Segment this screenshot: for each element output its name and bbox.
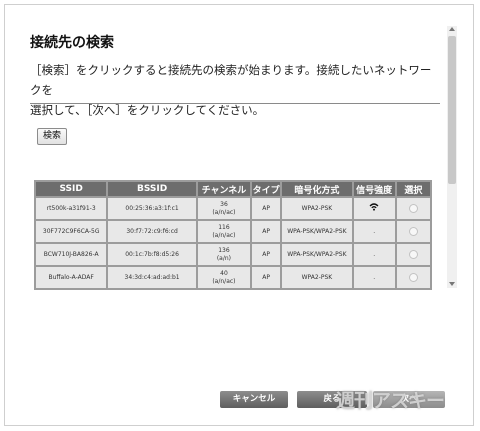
ssid-cell: 30F772C9F6CA-5G [36,221,107,242]
select-radio[interactable] [408,250,418,259]
header-bssid: BSSID [108,182,196,196]
signal-cell [353,198,395,219]
search-button[interactable]: 検索 [37,128,67,145]
vertical-scrollbar[interactable] [447,26,457,288]
signal-cell: . [353,244,395,265]
encryption-cell: WPA-PSK/WPA2-PSK [282,221,352,242]
header-channel: チャンネル [197,182,251,196]
divider [30,103,440,104]
bssid-cell: 00:1c:7b:f8:d5:26 [108,244,196,265]
dialog-description: ［検索］をクリックすると接続先の検索が始まります。接続したいネットワークを 選択… [30,60,440,120]
network-table-container: SSID BSSID チャンネル タイプ 暗号化方式 信号強度 選択 rt500… [34,180,432,290]
type-cell: AP [252,221,281,242]
select-radio[interactable] [408,204,418,213]
network-table: SSID BSSID チャンネル タイプ 暗号化方式 信号強度 選択 rt500… [34,180,432,290]
channel-cell: 36 (a/n/ac) [197,198,251,219]
wifi-strong-icon [369,203,379,214]
type-cell: AP [252,244,281,265]
header-encryption: 暗号化方式 [282,182,352,196]
channel-cell: 136 (a/n) [197,244,251,265]
select-cell [396,244,430,265]
ssid-cell: BCW710J-BA826-A [36,244,107,265]
table-row[interactable]: 30F772C9F6CA-5G 30:f7:72:c9:f6:cd 116 (a/… [36,221,430,242]
type-cell: AP [252,267,281,288]
select-radio[interactable] [408,273,418,282]
dialog-title: 接続先の検索 [30,35,114,51]
encryption-cell: WPA-PSK/WPA2-PSK [282,244,352,265]
bssid-cell: 34:3d:c4:ad:ad:b1 [108,267,196,288]
description-line-1: ［検索］をクリックすると接続先の検索が始まります。接続したいネットワークを [30,63,432,97]
ssid-cell: rt500k-a31f91-3 [36,198,107,219]
channel-cell: 40 (a/n/ac) [197,267,251,288]
table-row[interactable]: Buffalo-A-ADAF 34:3d:c4:ad:ad:b1 40 (a/n/… [36,267,430,288]
select-cell [396,198,430,219]
encryption-cell: WPA2-PSK [282,267,352,288]
scroll-up-icon[interactable] [449,27,455,31]
bssid-cell: 30:f7:72:c9:f6:cd [108,221,196,242]
signal-cell: . [353,267,395,288]
header-signal: 信号強度 [353,182,395,196]
encryption-cell: WPA2-PSK [282,198,352,219]
channel-cell: 116 (a/n/ac) [197,221,251,242]
scroll-down-icon[interactable] [449,282,455,286]
bssid-cell: 00:25:36:a3:1f:c1 [108,198,196,219]
table-row[interactable]: rt500k-a31f91-3 00:25:36:a3:1f:c1 36 (a/n… [36,198,430,219]
select-cell [396,267,430,288]
signal-cell: . [353,221,395,242]
scrollbar-thumb[interactable] [448,36,456,184]
ssid-cell: Buffalo-A-ADAF [36,267,107,288]
type-cell: AP [252,198,281,219]
watermark-logo: 週刊アスキー [336,390,445,412]
table-header-row: SSID BSSID チャンネル タイプ 暗号化方式 信号強度 選択 [36,182,430,196]
header-type: タイプ [252,182,281,196]
select-cell [396,221,430,242]
cancel-button[interactable]: キャンセル [220,391,288,408]
table-row[interactable]: BCW710J-BA826-A 00:1c:7b:f8:d5:26 136 (a/… [36,244,430,265]
header-select: 選択 [396,182,430,196]
select-radio[interactable] [408,227,418,236]
header-ssid: SSID [36,182,107,196]
